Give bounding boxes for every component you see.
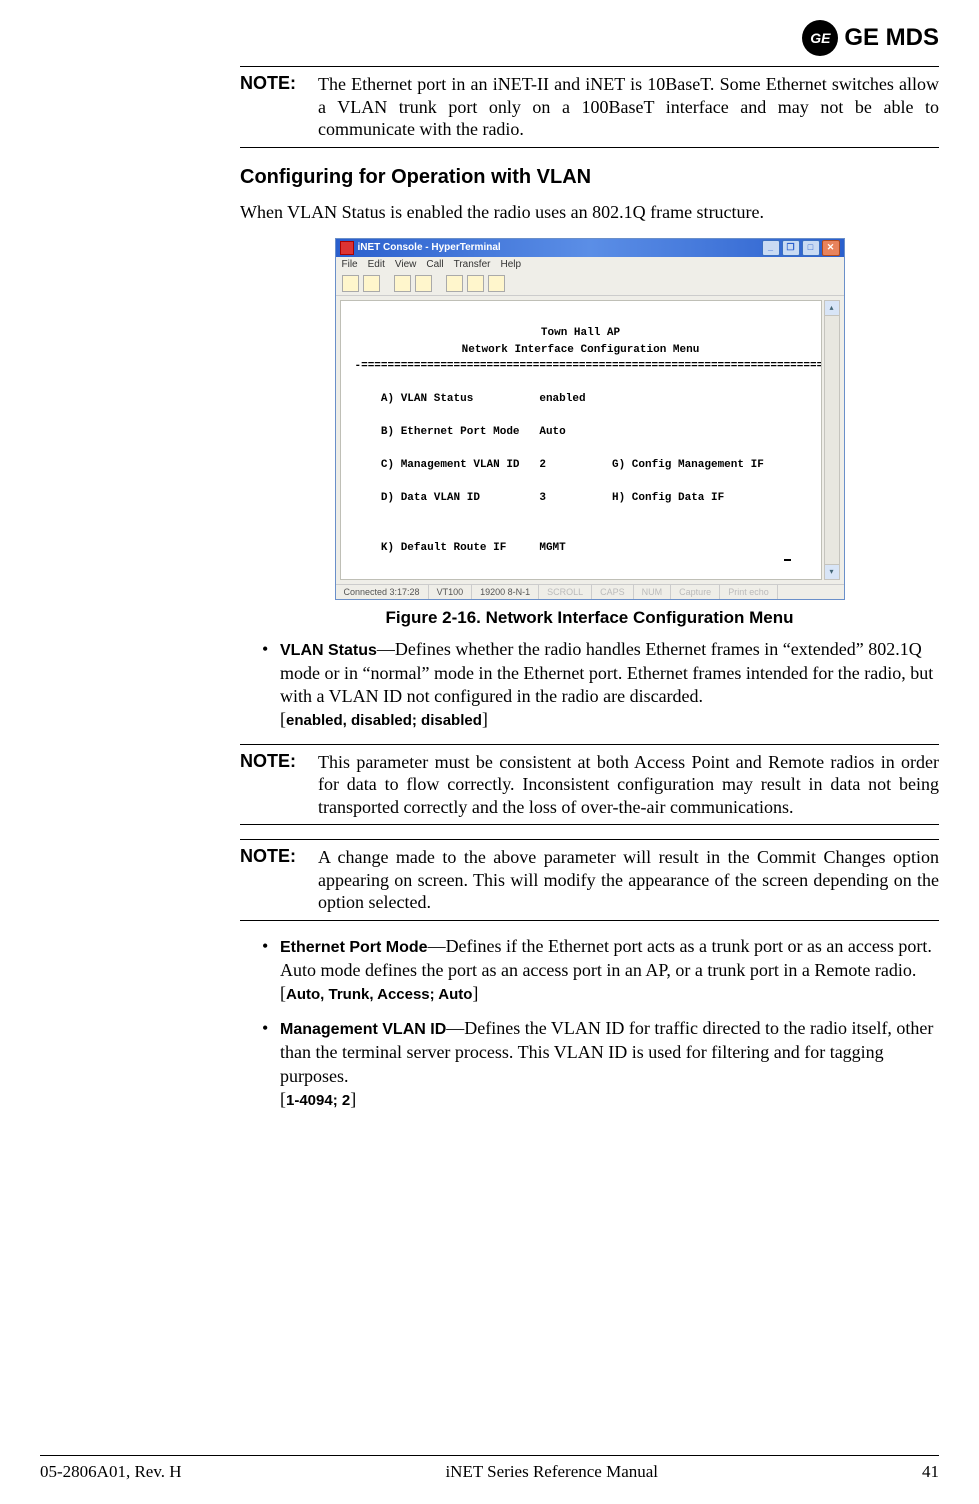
row-a-label: A) VLAN Status <box>381 393 473 405</box>
toolbar-open-icon[interactable] <box>363 275 380 292</box>
row-c-val: 2 <box>539 459 546 471</box>
status-conn: Connected 3:17:28 <box>336 585 429 599</box>
toolbar-disconnect-icon[interactable] <box>415 275 432 292</box>
note-label-2: NOTE: <box>240 751 318 819</box>
note-2: NOTE: This parameter must be consistent … <box>240 744 939 826</box>
toolbar-connect-icon[interactable] <box>394 275 411 292</box>
note-1-text: The Ethernet port in an iNET-II and iNET… <box>318 73 939 141</box>
bullet-eth-port-mode: Ethernet Port Mode—Defines if the Ethern… <box>280 935 939 1006</box>
row-h: H) Config Data IF <box>612 492 724 504</box>
status-emul: VT100 <box>429 585 473 599</box>
brand-text: GE MDS <box>844 24 939 52</box>
maximize-icon[interactable]: □ <box>802 240 820 256</box>
bullet-vlan-status: VLAN Status—Defines whether the radio ha… <box>280 638 939 732</box>
row-g: G) Config Management IF <box>612 459 764 471</box>
menu-file[interactable]: File <box>342 259 358 270</box>
desc-vlan-status: —Defines whether the radio handles Ether… <box>280 639 933 706</box>
status-num: NUM <box>634 585 672 599</box>
menu-transfer[interactable]: Transfer <box>454 259 491 270</box>
row-a-val: enabled <box>539 393 585 405</box>
range-vlan-status: enabled, disabled; disabled <box>286 712 482 729</box>
scroll-down-icon[interactable]: ▾ <box>825 564 839 579</box>
term-header2: Network Interface Configuration Menu <box>462 344 700 356</box>
row-b-label: B) Ethernet Port Mode <box>381 426 520 438</box>
toolbar-new-icon[interactable] <box>342 275 359 292</box>
page-footer: 05-2806A01, Rev. H iNET Series Reference… <box>40 1455 939 1482</box>
note-2-text: This parameter must be consistent at bot… <box>318 751 939 819</box>
scroll-up-icon[interactable]: ▴ <box>825 301 839 316</box>
statusbar: Connected 3:17:28 VT100 19200 8-N-1 SCRO… <box>336 584 844 599</box>
brand-logo: GE GE MDS <box>40 20 939 56</box>
range-mgmt-vlan-id: 1-4094; 2 <box>286 1092 350 1109</box>
restore-icon[interactable]: ❐ <box>782 240 800 256</box>
toolbar-props-icon[interactable] <box>488 275 505 292</box>
app-icon <box>340 241 354 255</box>
cursor-icon <box>784 559 791 561</box>
row-k-label: K) Default Route IF <box>381 542 506 554</box>
note-1: NOTE: The Ethernet port in an iNET-II an… <box>240 66 939 148</box>
toolbar-receive-icon[interactable] <box>467 275 484 292</box>
range-eth-port-mode: Auto, Trunk, Access; Auto <box>286 986 472 1003</box>
note-3-text: A change made to the above parameter wil… <box>318 846 939 914</box>
figure-caption: Figure 2-16. Network Interface Configura… <box>240 608 939 628</box>
row-d-label: D) Data VLAN ID <box>381 492 480 504</box>
note-3: NOTE: A change made to the above paramet… <box>240 839 939 921</box>
row-d-val: 3 <box>539 492 546 504</box>
close-icon[interactable]: ✕ <box>822 240 840 256</box>
bullet-mgmt-vlan-id: Management VLAN ID—Defines the VLAN ID f… <box>280 1017 939 1111</box>
status-scroll: SCROLL <box>539 585 592 599</box>
row-k-val: MGMT <box>539 542 565 554</box>
ge-monogram-icon: GE <box>802 20 838 56</box>
terminal-area[interactable]: Town Hall AP Network Interface Configurat… <box>340 300 822 580</box>
status-caps: CAPS <box>592 585 634 599</box>
footer-center: iNET Series Reference Manual <box>445 1462 658 1482</box>
status-printecho: Print echo <box>720 585 778 599</box>
footer-right: 41 <box>922 1462 939 1482</box>
term-vlan-status: VLAN Status <box>280 642 377 659</box>
term-eth-port-mode: Ethernet Port Mode <box>280 939 428 956</box>
status-capture: Capture <box>671 585 720 599</box>
menu-edit[interactable]: Edit <box>368 259 385 270</box>
menu-view[interactable]: View <box>395 259 417 270</box>
note-label: NOTE: <box>240 73 318 141</box>
term-header1: Town Hall AP <box>541 327 620 339</box>
section-heading: Configuring for Operation with VLAN <box>240 166 939 189</box>
row-b-val: Auto <box>539 426 565 438</box>
status-baud: 19200 8-N-1 <box>472 585 539 599</box>
term-mgmt-vlan-id: Management VLAN ID <box>280 1021 446 1038</box>
window-title: iNET Console - HyperTerminal <box>358 242 501 253</box>
toolbar-send-icon[interactable] <box>446 275 463 292</box>
footer-left: 05-2806A01, Rev. H <box>40 1462 182 1482</box>
note-label-3: NOTE: <box>240 846 318 914</box>
intro-paragraph: When VLAN Status is enabled the radio us… <box>240 201 939 224</box>
minimize-icon[interactable]: _ <box>762 240 780 256</box>
terminal-screenshot: iNET Console - HyperTerminal _ ❐ □ ✕ Fil… <box>335 238 845 600</box>
row-c-label: C) Management VLAN ID <box>381 459 520 471</box>
menu-help[interactable]: Help <box>500 259 521 270</box>
menu-call[interactable]: Call <box>426 259 443 270</box>
scrollbar[interactable]: ▴ ▾ <box>824 300 840 580</box>
menubar: File Edit View Call Transfer Help <box>336 257 844 272</box>
toolbar <box>336 272 844 296</box>
